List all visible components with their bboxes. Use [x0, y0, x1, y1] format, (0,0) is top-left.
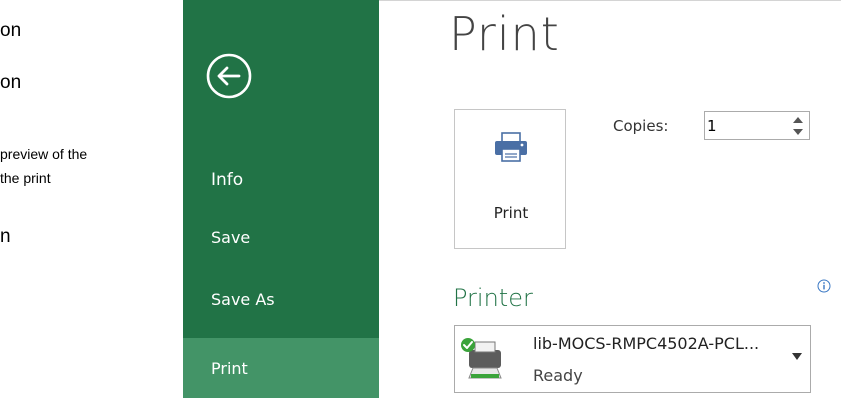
sidebar-item-label: Save [211, 227, 251, 247]
printer-status: Ready [533, 366, 583, 385]
copies-stepper [704, 111, 810, 140]
sidebar-item-print[interactable]: Print [183, 338, 379, 398]
printer-name: lib-MOCS-RMPC4502A-PCL... [533, 334, 760, 353]
back-arrow-icon[interactable] [205, 52, 253, 100]
doc-text-line: preview of the [0, 146, 88, 162]
doc-text-line: on [0, 20, 22, 41]
doc-text-line: the print [0, 170, 51, 186]
sidebar-item-save[interactable]: Save [183, 212, 379, 262]
sidebar-item-label: Print [211, 358, 248, 378]
doc-text-line: n [0, 226, 11, 247]
printer-icon [495, 132, 527, 162]
copies-input[interactable] [707, 115, 789, 137]
info-icon[interactable] [817, 279, 831, 293]
page-title: Print [449, 7, 560, 61]
print-pane: Print Print Copies: Printer [379, 0, 841, 398]
print-button[interactable]: Print [454, 109, 566, 249]
backstage-sidebar: Info Save Save As Print [183, 0, 379, 398]
chevron-down-icon [792, 353, 802, 360]
doc-text-line: on [0, 72, 22, 93]
spin-down-icon[interactable] [791, 126, 805, 137]
printer-select[interactable]: lib-MOCS-RMPC4502A-PCL... Ready [454, 325, 811, 393]
copies-label: Copies: [613, 117, 669, 135]
spin-up-icon[interactable] [791, 114, 805, 125]
printer-ready-icon [461, 338, 502, 379]
sidebar-item-save-as[interactable]: Save As [183, 274, 379, 324]
sidebar-item-info[interactable]: Info [183, 155, 379, 205]
print-button-label: Print [493, 204, 529, 222]
sidebar-item-label: Info [211, 170, 244, 190]
sidebar-item-label: Save As [211, 289, 275, 309]
printer-section-title: Printer [453, 284, 533, 312]
